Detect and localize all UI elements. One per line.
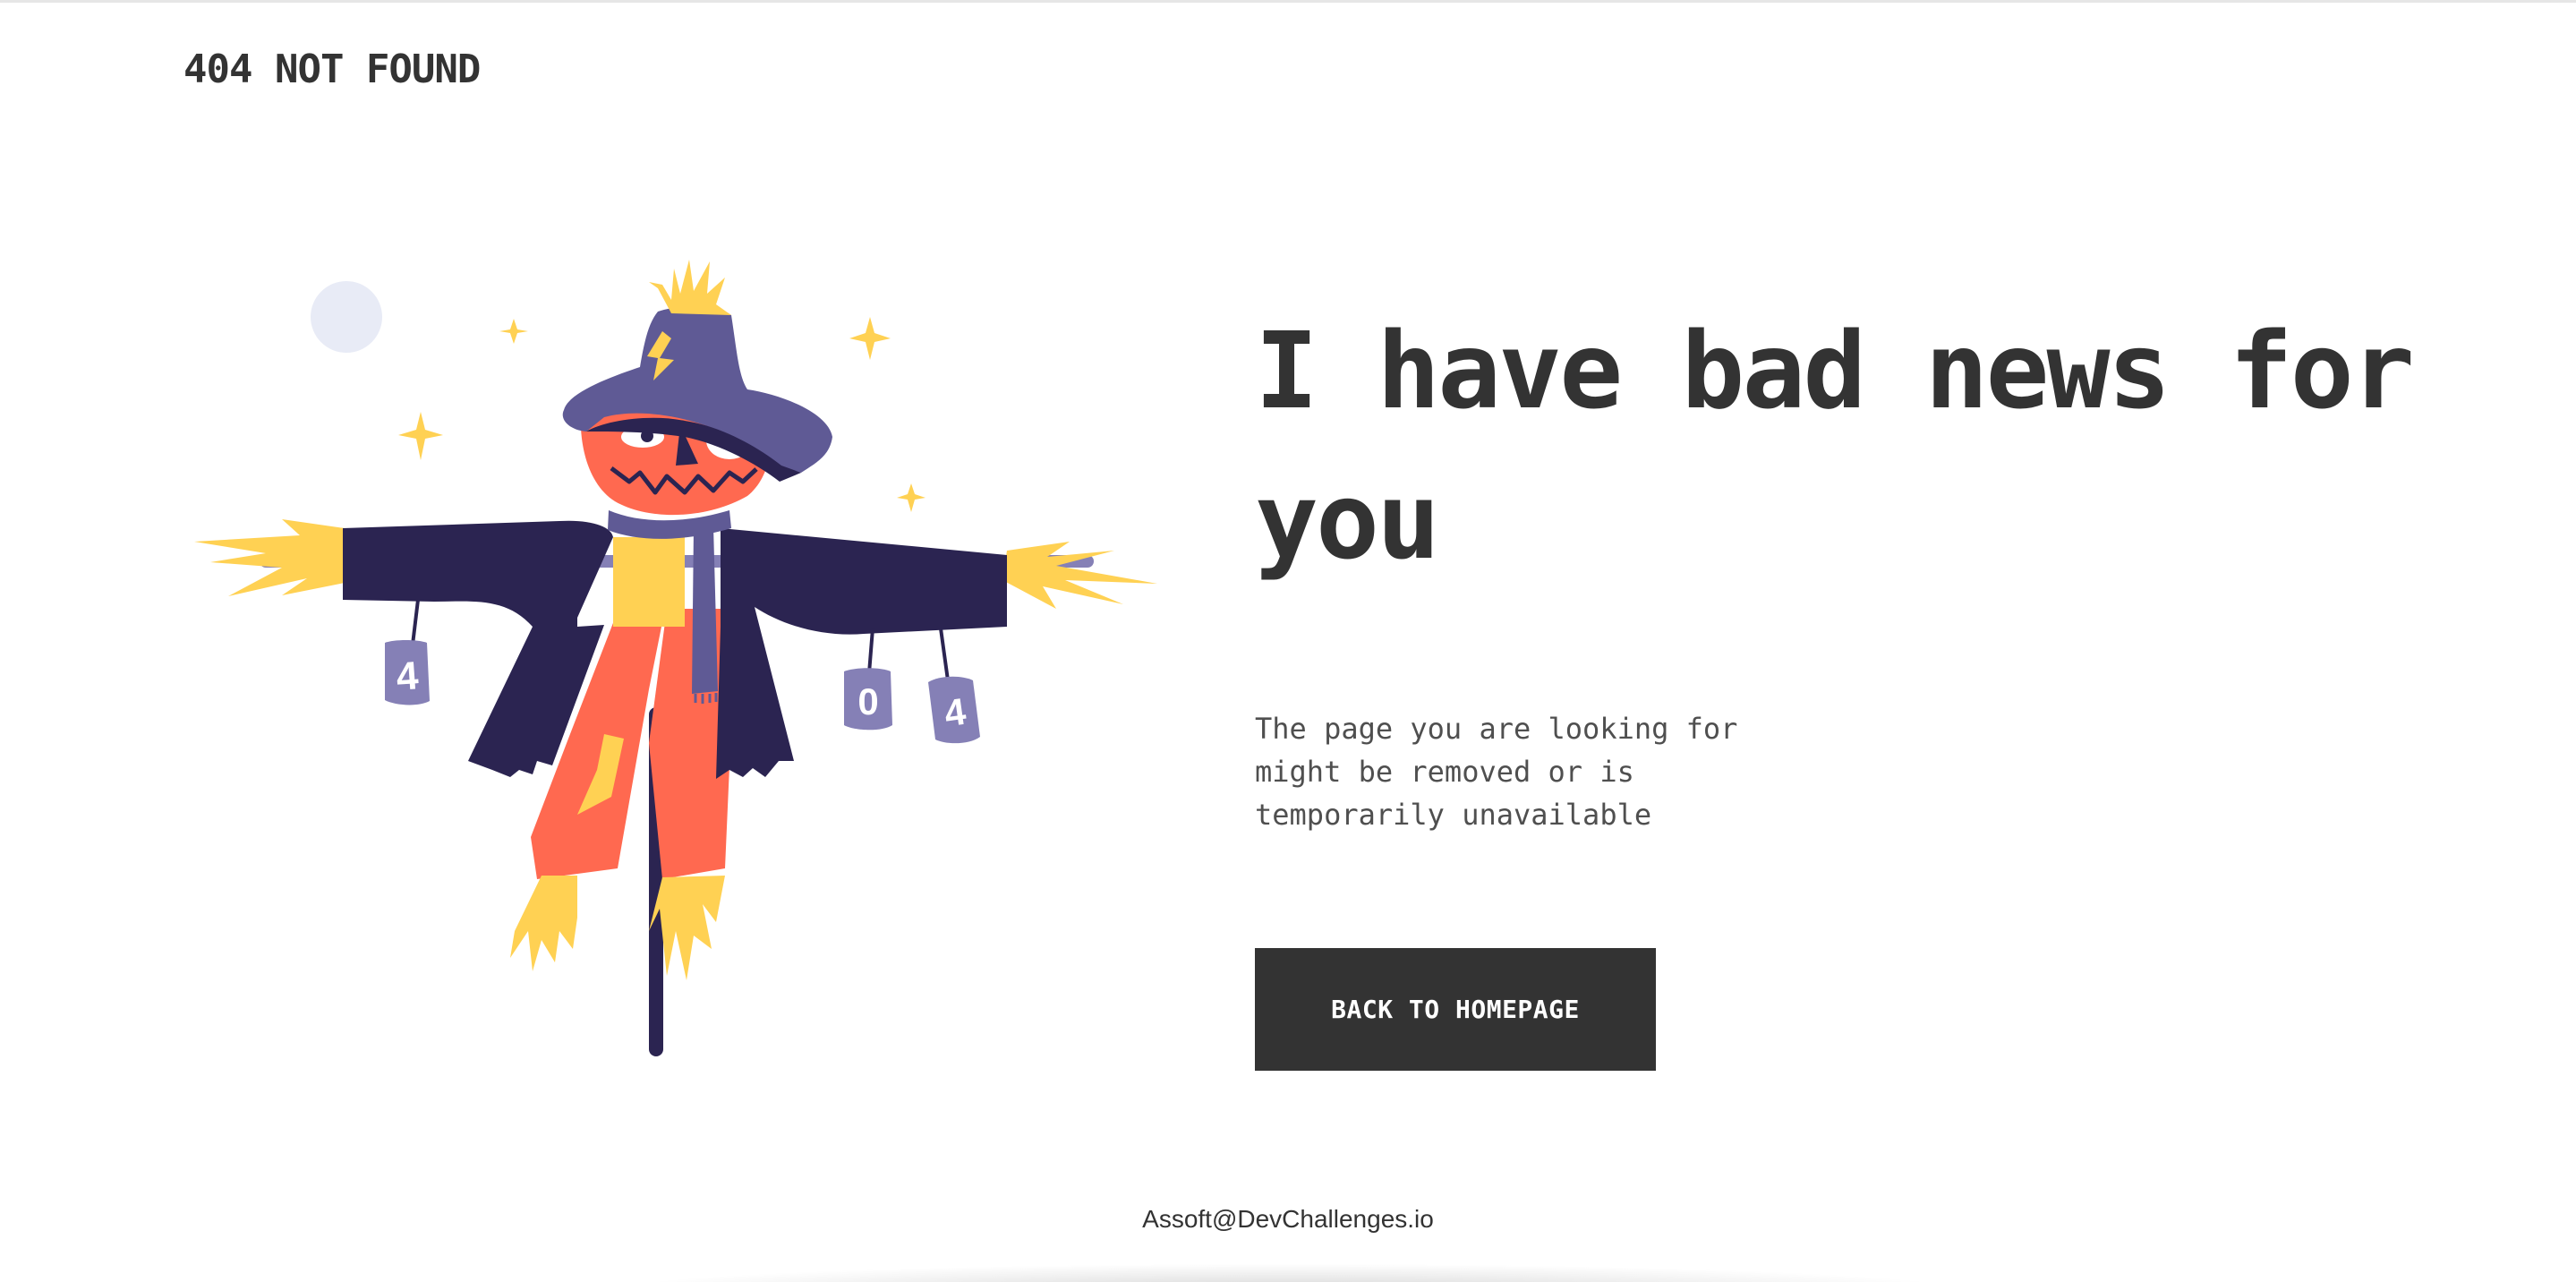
can-right: 4 [928,628,980,744]
can-left: 4 [385,599,430,705]
can-middle: 0 [844,628,892,731]
can-left-label: 4 [395,654,420,699]
error-message: The page you are looking for might be re… [1255,712,1738,832]
shirt [613,537,685,627]
bottom-shadow [618,1264,1960,1282]
top-border [0,0,2576,3]
footer-credit: Assoft@DevChallenges.io [1142,1205,1434,1233]
site-logo-text[interactable]: 404 NOT FOUND [183,50,481,90]
back-to-homepage-button[interactable]: BACK TO HOMEPAGE [1255,948,1656,1071]
straw-feet [510,876,725,980]
scarecrow-illustration: 4 0 4 [194,260,1157,1056]
can-middle-label: 0 [857,680,878,722]
page-headline: I have bad news for you [1255,309,2415,583]
hat-straw [649,260,731,315]
moon-icon [311,281,382,353]
